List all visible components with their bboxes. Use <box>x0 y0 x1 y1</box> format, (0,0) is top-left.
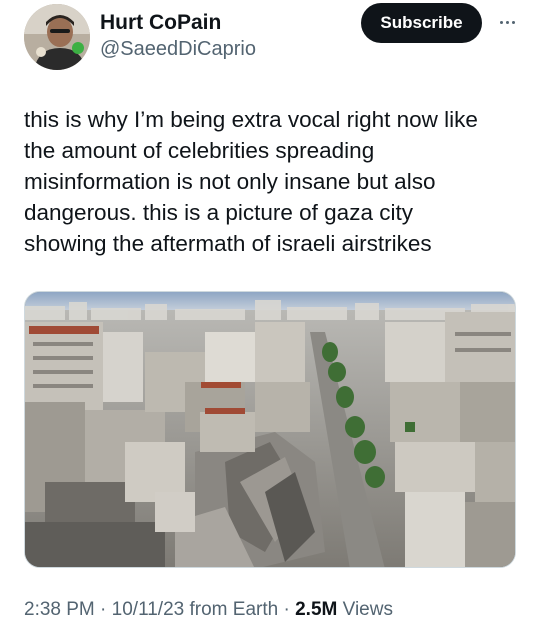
tweet-time[interactable]: 2:38 PM <box>24 599 95 620</box>
more-options-button[interactable] <box>492 8 522 36</box>
views-label[interactable]: Views <box>343 599 393 620</box>
tweet-card: Hurt CoPain @SaeedDiCaprio Subscribe thi… <box>0 0 540 635</box>
display-name[interactable]: Hurt CoPain <box>100 10 221 36</box>
tweet-text-line: showing the aftermath of israeli airstri… <box>24 231 432 256</box>
meta-separator: · <box>100 599 107 620</box>
tweet-text: this is why I’m being extra vocal right … <box>24 104 524 259</box>
meta-separator: · <box>283 599 290 620</box>
tweet-source: from Earth <box>189 599 279 620</box>
more-horizontal-icon <box>499 20 503 24</box>
views-count[interactable]: 2.5M <box>295 599 337 620</box>
tweet-photo[interactable] <box>24 291 516 568</box>
more-horizontal-icon-dot <box>511 20 515 24</box>
tweet-text-line: dangerous. this is a picture of gaza cit… <box>24 200 413 225</box>
user-handle[interactable]: @SaeedDiCaprio <box>100 36 256 62</box>
tweet-text-line: the amount of celebrities spreading <box>24 138 375 163</box>
subscribe-button[interactable]: Subscribe <box>361 3 482 43</box>
avatar[interactable] <box>24 4 90 70</box>
tweet-text-line: this is why I’m being extra vocal right … <box>24 107 478 132</box>
profile-photo-icon <box>24 4 90 70</box>
tweet-text-line: misinformation is not only insane but al… <box>24 169 436 194</box>
more-horizontal-icon-dot <box>505 20 509 24</box>
city-aerial-photo <box>25 292 515 567</box>
tweet-meta: 2:38 PM · 10/11/23 from Earth · 2.5M Vie… <box>24 597 393 623</box>
tweet-date[interactable]: 10/11/23 <box>112 599 185 620</box>
